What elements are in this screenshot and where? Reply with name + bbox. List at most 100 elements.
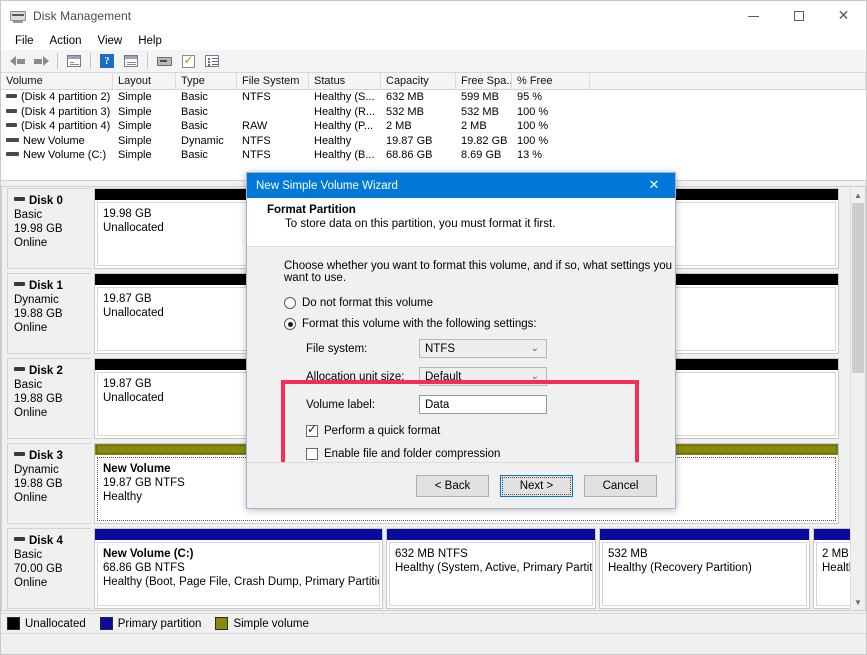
disk-kind: Dynamic [14,294,59,306]
column-header-free-space[interactable]: Free Spa... [456,73,512,89]
list-view-button[interactable] [201,51,223,71]
help-button[interactable]: ? [96,51,118,71]
cancel-button[interactable]: Cancel [584,474,657,497]
column-header-status[interactable]: Status [309,73,381,89]
scroll-up-icon[interactable]: ▲ [851,188,865,202]
back-icon [9,55,25,67]
legend-label: Simple volume [233,617,309,630]
radio-format-row[interactable]: Format this volume with the following se… [247,318,675,330]
menu-bar: File Action View Help [1,31,866,50]
window-titlebar: Disk Management ✕ [1,1,866,31]
partition-line: Healtl [822,562,852,574]
volume-row[interactable]: (Disk 4 partition 3) Simple Basic Healthy (… [1,105,866,120]
disk-info-panel[interactable]: Disk 4 Basic 70.00 GB Online [7,528,91,609]
menu-view[interactable]: View [90,33,131,49]
partition-block[interactable]: New Volume (C:) 68.86 GB NTFS Healthy (Boo… [94,528,383,609]
volume-cell-free: 599 MB [461,91,499,104]
disk-row[interactable]: Disk 4 Basic 70.00 GB Online New Volume (C:)… [7,528,855,610]
back-button[interactable]: < Back [416,474,489,497]
allocation-unit-size-select[interactable]: Default ⌄ [419,367,547,386]
partition-block[interactable]: 532 MB Healthy (Recovery Partition) [599,528,810,609]
show-hide-console-tree-button[interactable] [63,51,85,71]
compression-checkbox[interactable] [306,448,318,460]
quick-format-row[interactable]: Perform a quick format [247,422,675,437]
quick-format-checkbox[interactable] [306,422,318,437]
disk-name: Disk 0 [14,195,91,207]
radio-format-volume[interactable] [284,318,296,330]
disk-info-panel[interactable]: Disk 1 Dynamic 19.88 GB Online [7,273,91,354]
radio-do-not-format[interactable] [284,297,296,309]
column-header-capacity[interactable]: Capacity [381,73,456,89]
maximize-button[interactable] [776,1,821,31]
volume-cell-capacity: 19.87 GB [386,134,433,147]
partition-body: 2 MB Healtl [816,542,852,606]
new-simple-volume-wizard-dialog: New Simple Volume Wizard ✕ Format Partit… [246,172,676,509]
disk-size: 70.00 GB [14,563,63,575]
dialog-titlebar: New Simple Volume Wizard ✕ [247,173,675,198]
column-header-layout[interactable]: Layout [113,73,176,89]
chevron-down-icon: ⌄ [530,371,539,382]
partition-line: 632 MB NTFS [395,548,468,560]
volume-row[interactable]: (Disk 4 partition 4) Simple Basic RAW Health… [1,119,866,134]
disk-button[interactable] [153,51,175,71]
menu-help[interactable]: Help [130,33,170,49]
dialog-title: New Simple Volume Wizard [256,179,398,192]
volume-row[interactable]: New Volume (C:) Simple Basic NTFS Healthy (B… [1,148,866,163]
legend-swatch [7,617,20,630]
partition-block[interactable]: 2 MB Healtl [813,528,855,609]
volume-cell-type: Basic [181,149,208,162]
column-header-percent-free[interactable]: % Free [512,73,590,89]
radio-do-not-format-row[interactable]: Do not format this volume [247,297,675,309]
rescan-disks-icon [181,53,195,68]
disk-kind: Dynamic [14,464,59,476]
disk-size: 19.98 GB [14,223,63,235]
legend-swatch [99,617,113,630]
file-system-select[interactable]: NTFS ⌄ [419,339,547,358]
volume-row[interactable]: (Disk 4 partition 2) Simple Basic NTFS Healt… [1,90,866,105]
legend-item: Primary partition [99,617,201,630]
dialog-close-button[interactable]: ✕ [633,173,675,198]
disk-info-panel[interactable]: Disk 0 Basic 19.98 GB Online [7,188,91,269]
volume-cell-volume: (Disk 4 partition 3) [1,106,113,118]
partition-block[interactable]: 632 MB NTFS Healthy (System, Active, Prim… [386,528,596,609]
volume-cell-volume: New Volume (C:) [1,149,113,161]
show-hide-console-tree-icon [67,55,81,67]
file-system-value: NTFS [425,342,456,355]
volume-cell-fs: NTFS [242,134,271,147]
allocation-unit-size-label: Allocation unit size: [306,370,405,383]
minimize-button[interactable] [731,1,776,31]
forward-button[interactable] [30,51,52,71]
menu-action[interactable]: Action [42,33,90,49]
window-controls: ✕ [731,1,866,31]
next-button[interactable]: Next > [500,474,573,497]
scrollbar-thumb[interactable] [852,203,864,373]
back-button[interactable] [6,51,28,71]
volume-cell-capacity: 2 MB [386,120,412,133]
volume-cell-status: Healthy (P... [314,120,374,133]
dialog-footer: < Back Next > Cancel [247,462,675,508]
partition-line: Healthy (System, Active, Primary Partiti… [395,562,593,574]
scroll-down-icon[interactable]: ▼ [851,595,865,609]
volume-label-input[interactable]: Data [419,395,547,414]
close-icon: ✕ [837,8,850,24]
graphic-pane-scrollbar[interactable]: ▲ ▼ [850,188,864,609]
column-header-type[interactable]: Type [176,73,237,89]
partition-line: 532 MB [608,548,648,560]
column-header-volume[interactable]: Volume [1,73,113,89]
disk-info-panel[interactable]: Disk 2 Basic 19.88 GB Online [7,358,91,439]
disk-info-panel[interactable]: Disk 3 Dynamic 19.88 GB Online [7,443,91,524]
compression-row[interactable]: Enable file and folder compression [247,448,675,460]
close-button[interactable]: ✕ [821,1,866,31]
partition-line: 68.86 GB NTFS [103,562,185,574]
volume-row[interactable]: New Volume Simple Dynamic NTFS Healthy 19.87 … [1,134,866,149]
properties-button[interactable] [120,51,142,71]
disk-icon [14,281,25,286]
rescan-disks-button[interactable] [177,51,199,71]
volume-cell-layout: Simple [118,120,152,133]
menu-file[interactable]: File [7,33,42,49]
volume-cell-pct: 100 % [517,120,549,133]
column-header-file-system[interactable]: File System [237,73,309,89]
disk-state: Online [14,237,48,249]
partition-line: Healthy (Boot, Page File, Crash Dump, Pr… [103,576,380,588]
volume-cell-type: Basic [181,105,208,118]
